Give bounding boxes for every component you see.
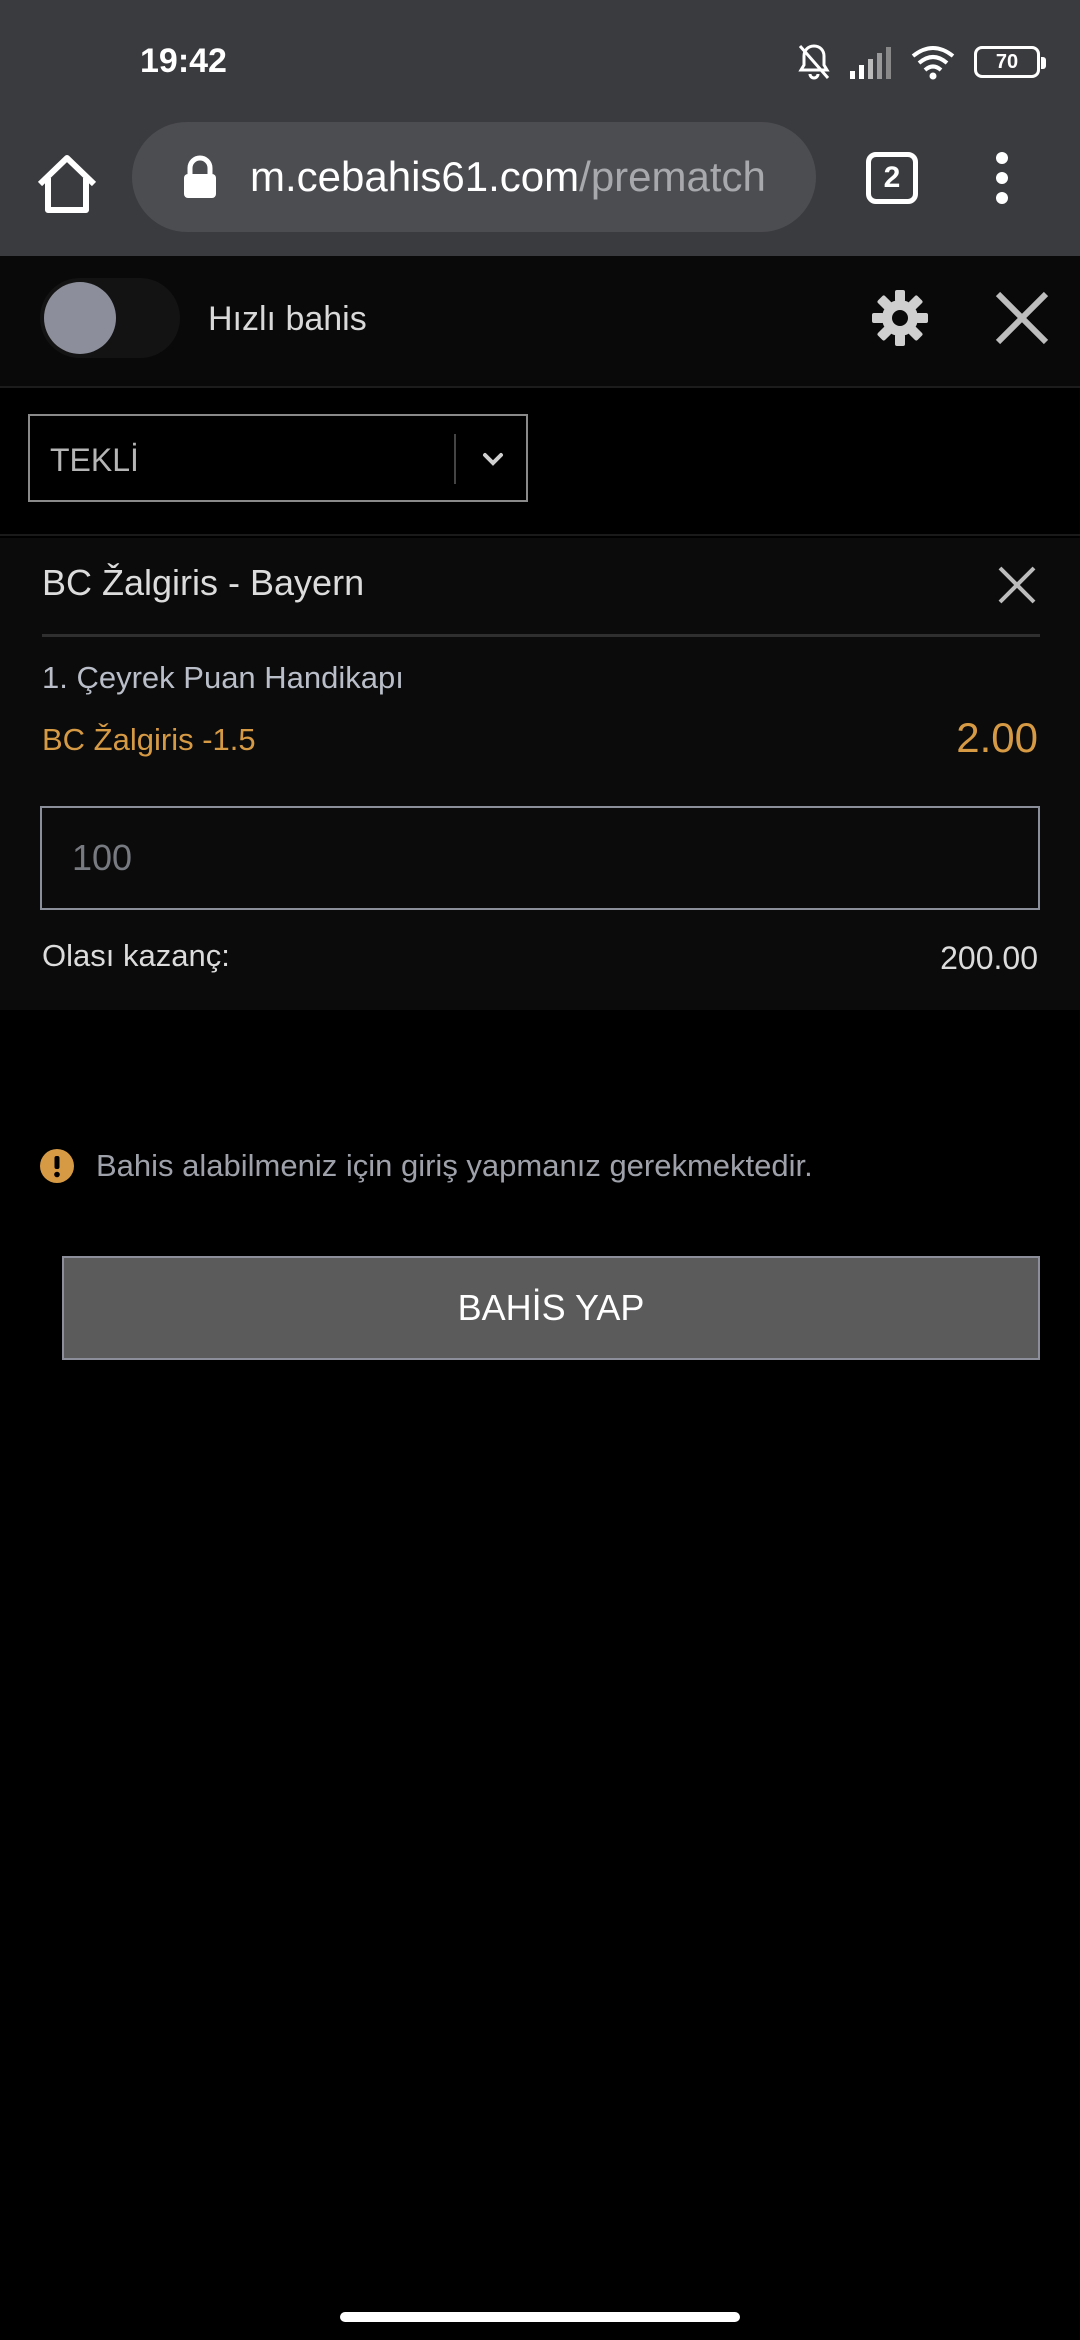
- status-bar: 19:42 70: [0, 0, 1080, 120]
- remove-bet-icon[interactable]: [994, 562, 1040, 608]
- card-divider: [42, 634, 1040, 637]
- wifi-icon: [911, 46, 955, 80]
- status-icons: 70: [796, 40, 1046, 84]
- quick-bet-row: Hızlı bahis: [0, 256, 1080, 388]
- select-divider: [454, 434, 456, 484]
- possible-win-label: Olası kazanç:: [42, 938, 230, 973]
- gesture-home-indicator[interactable]: [340, 2312, 740, 2322]
- url-text: m.cebahis61.com/prematch: [250, 153, 766, 201]
- bell-off-icon: [798, 44, 830, 80]
- lock-icon: [184, 155, 216, 198]
- address-bar[interactable]: m.cebahis61.com/prematch: [132, 122, 816, 232]
- browser-toolbar: m.cebahis61.com/prematch 2: [0, 120, 1080, 256]
- login-warning: Bahis alabilmeniz için giriş yapmanız ge…: [40, 1144, 1040, 1188]
- match-title: BC Žalgiris - Bayern: [42, 562, 365, 603]
- quick-bet-toggle[interactable]: [40, 278, 180, 358]
- stake-input-box: [40, 806, 1040, 910]
- url-path: /prematch: [579, 153, 766, 200]
- overflow-menu-icon[interactable]: [982, 148, 1022, 208]
- battery-icon: 70: [974, 46, 1046, 78]
- home-icon[interactable]: [30, 148, 104, 222]
- signal-icon: [850, 47, 891, 79]
- selection-name: BC Žalgiris -1.5: [42, 722, 256, 757]
- tab-switcher-button[interactable]: 2: [866, 152, 918, 204]
- bet-type-row: TEKLİ: [0, 388, 1080, 536]
- url-host: m.cebahis61.com: [250, 153, 580, 200]
- bet-type-value: TEKLİ: [50, 442, 139, 478]
- bet-type-select[interactable]: TEKLİ: [28, 414, 528, 502]
- stake-input[interactable]: [42, 808, 1038, 908]
- chevron-down-icon: [483, 453, 503, 466]
- status-time: 19:42: [140, 42, 227, 80]
- odds-value: 2.00: [956, 714, 1038, 761]
- gear-icon[interactable]: [870, 288, 930, 348]
- close-icon[interactable]: [990, 286, 1054, 350]
- quick-bet-label: Hızlı bahis: [208, 300, 367, 338]
- bet-card: BC Žalgiris - Bayern 1. Çeyrek Puan Hand…: [0, 538, 1080, 1010]
- market-name: 1. Çeyrek Puan Handikapı: [42, 660, 404, 695]
- toggle-knob: [44, 282, 116, 354]
- place-bet-button[interactable]: BAHİS YAP: [62, 1256, 1040, 1360]
- warning-text: Bahis alabilmeniz için giriş yapmanız ge…: [96, 1148, 813, 1183]
- warning-icon: [40, 1149, 74, 1183]
- possible-win-value: 200.00: [940, 940, 1038, 976]
